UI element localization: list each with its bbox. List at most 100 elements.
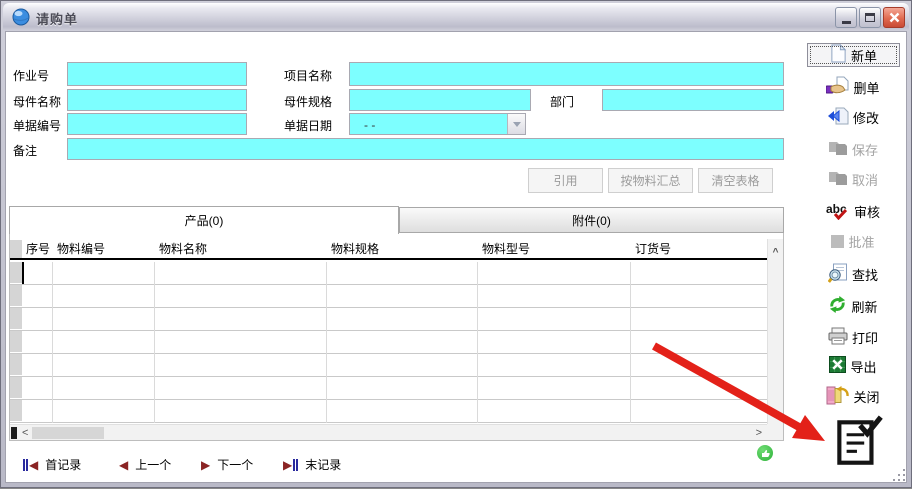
table-row[interactable]: [10, 377, 767, 400]
minimize-button[interactable]: [835, 7, 857, 28]
parent-item-spec-field[interactable]: [349, 89, 531, 111]
scroll-left-icon[interactable]: <: [22, 427, 28, 439]
previous-record-icon: ◀: [119, 459, 128, 471]
doc-date-label: 单据日期: [284, 117, 332, 134]
approve-icon: [831, 235, 844, 248]
approve-label: 批准: [848, 232, 874, 251]
cancel-label: 取消: [852, 170, 878, 189]
col-header-seq[interactable]: 序号: [23, 240, 52, 259]
audit-button[interactable]: abc 审核: [801, 199, 905, 223]
scrollbar-thumb[interactable]: [32, 427, 104, 439]
job-no-field[interactable]: [67, 62, 247, 86]
purchase-requisition-window: 请购单 作业号 项目名称 母件名称 母件规格 部门 单据编号 单据日期 - -: [0, 0, 912, 488]
tab-product[interactable]: 产品(0): [9, 206, 399, 234]
find-button[interactable]: 查找: [801, 262, 905, 286]
table-row[interactable]: [10, 308, 767, 331]
vertical-scrollbar[interactable]: ^: [767, 239, 783, 424]
print-button[interactable]: 打印: [801, 325, 905, 349]
audit-label: 审核: [854, 202, 880, 221]
table-row[interactable]: [10, 285, 767, 308]
horizontal-scrollbar[interactable]: < >: [10, 424, 767, 440]
modify-label: 修改: [853, 108, 879, 127]
nav-next-record[interactable]: ▶ 下一个: [201, 456, 253, 473]
delete-doc-icon: [826, 76, 849, 98]
table-row[interactable]: [10, 262, 767, 285]
doc-check-icon[interactable]: [829, 413, 887, 476]
new-doc-icon: [830, 44, 847, 66]
new-order-button[interactable]: 新单: [807, 43, 900, 67]
maximize-button[interactable]: [859, 7, 881, 28]
remarks-field[interactable]: [67, 138, 784, 160]
table-row[interactable]: [10, 400, 767, 423]
parent-item-name-field[interactable]: [67, 89, 247, 111]
doc-no-field[interactable]: [67, 113, 247, 135]
close-form-button[interactable]: 关闭: [801, 384, 905, 408]
save-button[interactable]: 保存: [801, 137, 905, 161]
nav-first-record[interactable]: ◀ 首记录: [23, 456, 81, 473]
titlebar[interactable]: 请购单: [3, 3, 909, 30]
parent-item-spec-label: 母件规格: [284, 93, 332, 110]
save-icon: [828, 140, 848, 159]
department-label: 部门: [550, 93, 574, 110]
table-corner-cell: [10, 240, 22, 258]
doc-date-value: - -: [364, 118, 375, 132]
close-button[interactable]: [883, 7, 905, 28]
project-name-field[interactable]: [349, 62, 784, 86]
close-form-icon: [826, 385, 849, 408]
cancel-button[interactable]: 取消: [801, 167, 905, 191]
scroll-up-icon[interactable]: ^: [768, 239, 783, 260]
scroll-right-icon[interactable]: >: [756, 427, 762, 439]
last-record-icon: ▶: [283, 459, 298, 471]
resize-grip[interactable]: [891, 467, 906, 482]
scrollbar-corner: [767, 424, 783, 440]
find-label: 查找: [852, 265, 878, 284]
nav-previous-record[interactable]: ◀ 上一个: [119, 456, 171, 473]
close-form-label: 关闭: [853, 387, 879, 406]
modify-icon: [827, 107, 849, 128]
col-header-name[interactable]: 物料名称: [156, 240, 324, 259]
export-icon: [829, 356, 846, 376]
print-icon: [828, 327, 848, 348]
approve-button[interactable]: 批准: [801, 229, 905, 253]
delete-order-label: 删单: [853, 78, 879, 97]
table-row[interactable]: [10, 331, 767, 354]
parent-item-name-label: 母件名称: [13, 93, 61, 110]
tab-attachment[interactable]: 附件(0): [399, 207, 784, 233]
col-header-code[interactable]: 物料编号: [54, 240, 154, 259]
window-title: 请购单: [36, 9, 78, 28]
nav-last-record[interactable]: ▶ 末记录: [283, 456, 341, 473]
doc-no-label: 单据编号: [13, 117, 61, 134]
nav-first-label: 首记录: [45, 456, 81, 473]
reference-button[interactable]: 引用: [528, 168, 603, 193]
print-label: 打印: [852, 328, 878, 347]
globe-icon: [12, 8, 30, 31]
scrollbar-divider[interactable]: [11, 427, 17, 439]
doc-date-combo[interactable]: - -: [349, 113, 526, 135]
department-field[interactable]: [602, 89, 784, 111]
doc-date-dropdown-button[interactable]: [507, 114, 525, 134]
refresh-icon: [828, 295, 847, 317]
col-header-order-no[interactable]: 订货号: [632, 240, 762, 259]
save-label: 保存: [852, 140, 878, 159]
clear-table-button[interactable]: 清空表格: [698, 168, 773, 193]
thumbs-up-icon: [757, 445, 773, 461]
nav-next-label: 下一个: [217, 456, 253, 473]
close-x-icon: [889, 12, 900, 23]
project-name-label: 项目名称: [284, 67, 332, 84]
chevron-down-icon: [513, 122, 521, 127]
find-icon: [828, 263, 848, 286]
nav-last-label: 末记录: [305, 456, 341, 473]
modify-button[interactable]: 修改: [801, 105, 905, 129]
delete-order-button[interactable]: 删单: [801, 75, 905, 99]
nav-previous-label: 上一个: [135, 456, 171, 473]
col-header-spec[interactable]: 物料规格: [328, 240, 475, 259]
summarize-by-material-button[interactable]: 按物料汇总: [608, 168, 693, 193]
table-row[interactable]: [10, 354, 767, 377]
first-record-icon: ◀: [23, 459, 38, 471]
minimize-icon: [842, 21, 851, 24]
refresh-label: 刷新: [851, 297, 877, 316]
col-header-model[interactable]: 物料型号: [479, 240, 628, 259]
refresh-button[interactable]: 刷新: [801, 294, 905, 318]
job-no-label: 作业号: [13, 67, 49, 84]
export-button[interactable]: 导出: [801, 354, 905, 378]
